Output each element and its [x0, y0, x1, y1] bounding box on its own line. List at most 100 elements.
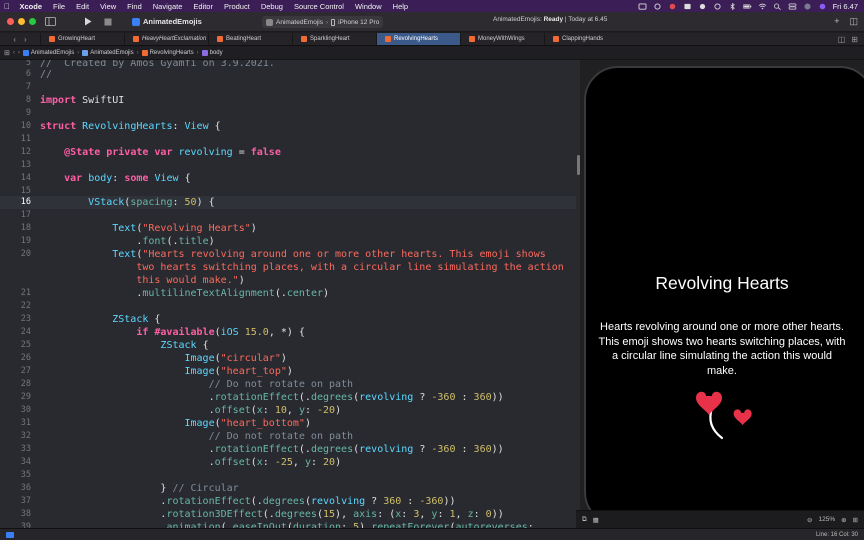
related-items-icon[interactable]: ⊞ — [4, 49, 10, 57]
search-icon[interactable] — [773, 2, 782, 10]
zoom-out-icon[interactable]: ⊖ — [807, 516, 812, 524]
code-text: this would make.") — [40, 275, 245, 286]
tab-label: GrowingHeart — [58, 36, 96, 42]
menu-window[interactable]: Window — [349, 2, 387, 11]
device-preview[interactable]: Revolving Hearts Hearts revolving around… — [584, 66, 864, 526]
swift-file-icon — [49, 36, 55, 42]
editor-status-bar: Line: 16 Col: 30 — [0, 528, 864, 540]
stop-icon[interactable] — [102, 17, 114, 27]
preview-canvas[interactable]: Revolving Hearts Hearts revolving around… — [576, 60, 864, 528]
line-number: 13 — [20, 160, 31, 170]
code-line: 18 Text("Revolving Hearts") — [0, 222, 576, 235]
forward-icon[interactable]: › — [24, 35, 27, 44]
tab-revolving-hearts[interactable]: RevolvingHearts — [376, 33, 460, 45]
apple-menu-icon[interactable]:  — [0, 2, 14, 11]
menu-clock[interactable]: Fri 6.47 — [833, 2, 858, 11]
add-editor-icon[interactable]: ⊞ — [851, 35, 858, 44]
wifi-icon[interactable] — [758, 3, 767, 10]
code-line: 23 ZStack { — [0, 313, 576, 326]
code-line: 35 — [0, 469, 576, 482]
line-number: 7 — [25, 82, 31, 92]
menu-navigate[interactable]: Navigate — [147, 2, 188, 11]
status-app-icon[interactable] — [668, 3, 677, 10]
status-app-icon[interactable] — [698, 3, 707, 10]
inspector-toggle-icon[interactable]: ◫ — [849, 16, 858, 27]
menu-source-control[interactable]: Source Control — [288, 2, 349, 11]
code-line: 24 if #available(iOS 15.0, *) { — [0, 326, 576, 339]
code-line: 11 — [0, 133, 576, 146]
battery-icon[interactable] — [742, 3, 752, 10]
menu-edit[interactable]: Edit — [71, 2, 95, 11]
source-editor[interactable]: 5// Created by Amos Gyamfi on 3.9.2021. … — [0, 60, 576, 528]
tab-beating-heart[interactable]: BeatingHeart — [208, 33, 292, 45]
menu-editor[interactable]: Editor — [188, 2, 219, 11]
pin-icon[interactable]: ⧉ — [582, 516, 587, 524]
code-text: var body: some View { — [64, 173, 191, 184]
menu-find[interactable]: Find — [122, 2, 148, 11]
close-window-button[interactable] — [7, 18, 14, 25]
breadcrumb-group[interactable]: AnimatedEmojis — [82, 50, 134, 56]
tab-money-with-wings[interactable]: MoneyWithWings — [460, 33, 544, 45]
breadcrumb-file[interactable]: RevolvingHearts — [141, 50, 194, 56]
menu-debug[interactable]: Debug — [255, 2, 288, 11]
breadcrumb-project[interactable]: AnimatedEmojis — [22, 50, 74, 56]
status-app-icon[interactable] — [683, 3, 692, 10]
menu-view[interactable]: View — [95, 2, 122, 11]
line-number: 33 — [20, 444, 31, 454]
code-text: .rotation3DEffect(.degrees(15), axis: (x… — [40, 509, 504, 520]
line-number: 16 — [20, 197, 31, 207]
line-number: 23 — [20, 314, 31, 324]
code-line: 9 — [0, 107, 576, 120]
minimize-window-button[interactable] — [18, 18, 25, 25]
debug-area-toggle-icon[interactable] — [6, 531, 14, 538]
status-state: Ready — [543, 16, 564, 23]
editor-scrollbar[interactable] — [576, 60, 580, 528]
breadcrumb-symbol[interactable]: body — [201, 50, 223, 56]
code-line: 30 .offset(x: 10, y: -20) — [0, 404, 576, 417]
grid-icon[interactable]: ▦ — [593, 516, 599, 524]
code-text: Text("Hearts revolving around one or mor… — [112, 249, 546, 260]
target-app-icon — [266, 18, 273, 26]
menu-help[interactable]: Help — [387, 2, 413, 11]
status-menu-area: Fri 6.47 — [638, 2, 864, 11]
line-number: 14 — [20, 173, 31, 183]
menu-bar:  Xcode File Edit View Find Navigate Edi… — [0, 0, 864, 12]
code-line: 33 .rotationEffect(.degrees(revolving ? … — [0, 443, 576, 456]
run-destination-selector[interactable]: AnimatedEmojis › iPhone 12 Pro — [262, 16, 384, 28]
code-line: 21 .multilineTextAlignment(.center) — [0, 287, 576, 300]
zoom-level[interactable]: 125% — [818, 516, 835, 523]
tab-clapping-hands[interactable]: ClappingHands — [544, 33, 628, 45]
menu-file[interactable]: File — [48, 2, 71, 11]
scrollbar-thumb[interactable] — [576, 155, 580, 175]
line-number: 6 — [25, 69, 31, 79]
swift-file-icon — [217, 36, 223, 42]
control-center-icon[interactable] — [788, 3, 797, 10]
menu-product[interactable]: Product — [218, 2, 255, 11]
run-icon[interactable] — [82, 17, 94, 27]
tab-sparkling-heart[interactable]: SparklingHeart — [292, 33, 376, 45]
add-icon[interactable]: + — [834, 16, 839, 27]
sidebar-toggle-icon[interactable] — [44, 17, 56, 27]
tab-heavy-heart-exclamation[interactable]: HeavyHeartExclamation — [124, 33, 208, 45]
user-avatar-icon[interactable] — [803, 2, 812, 10]
zoom-window-button[interactable] — [29, 18, 36, 25]
tab-growing-heart[interactable]: GrowingHeart — [40, 33, 124, 45]
activity-viewer: AnimatedEmojis: Ready | Today at 6.45 — [493, 16, 607, 23]
siri-icon[interactable] — [818, 3, 827, 10]
code-line: 10 struct RevolvingHearts: View { — [0, 120, 576, 133]
status-app-icon[interactable] — [638, 2, 647, 10]
status-app-icon[interactable] — [653, 2, 662, 10]
split-editor-icon[interactable]: ◫ — [838, 35, 846, 44]
window-controls — [0, 18, 40, 25]
back-icon[interactable]: ‹ — [13, 50, 15, 56]
chevron-right-icon: › — [325, 18, 329, 26]
back-icon[interactable]: ‹ — [13, 35, 16, 44]
zoom-in-icon[interactable]: ⊕ — [841, 516, 846, 524]
line-number: 31 — [20, 418, 31, 428]
status-app-icon[interactable] — [713, 2, 722, 10]
forward-icon[interactable]: › — [18, 50, 20, 56]
menu-xcode[interactable]: Xcode — [14, 2, 48, 11]
zoom-fit-icon[interactable]: ⊞ — [853, 516, 858, 524]
code-text: // Do not rotate on path — [40, 431, 354, 442]
bluetooth-icon[interactable] — [728, 2, 737, 10]
